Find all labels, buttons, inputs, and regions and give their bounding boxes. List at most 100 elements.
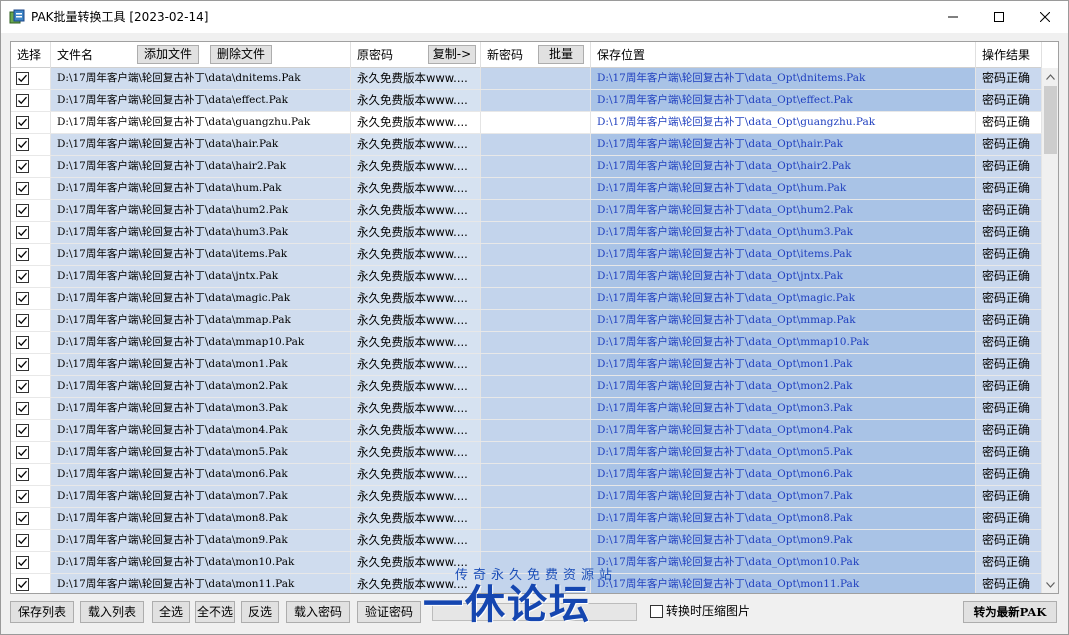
new-password-cell[interactable] [481, 156, 591, 177]
save-location-cell[interactable]: D:\17周年客户端\轮回复古补丁\data_Opt\mmap10.Pak [591, 332, 976, 353]
minimize-button[interactable] [930, 1, 976, 33]
vertical-scrollbar[interactable] [1042, 68, 1058, 593]
table-row[interactable]: D:\17周年客户端\轮回复古补丁\data\magic.Pak 永久免费版本ww… [11, 288, 1042, 310]
new-password-cell[interactable] [481, 508, 591, 529]
select-all-button[interactable]: 全选 [152, 601, 190, 623]
save-location-cell[interactable]: D:\17周年客户端\轮回复古补丁\data_Opt\mon4.Pak [591, 420, 976, 441]
select-cell[interactable] [11, 134, 51, 155]
file-path-cell[interactable]: D:\17周年客户端\轮回复古补丁\data\hum2.Pak [51, 200, 351, 221]
row-checkbox[interactable] [16, 94, 29, 107]
new-password-cell[interactable] [481, 332, 591, 353]
select-cell[interactable] [11, 288, 51, 309]
verify-password-button[interactable]: 验证密码 [357, 601, 421, 623]
old-password-cell[interactable]: 永久免费版本www.... [351, 310, 481, 331]
new-password-cell[interactable] [481, 376, 591, 397]
add-file-button[interactable]: 添加文件 [137, 45, 199, 64]
table-row[interactable]: D:\17周年客户端\轮回复古补丁\data\hum3.Pak 永久免费版本www… [11, 222, 1042, 244]
new-password-cell[interactable] [481, 398, 591, 419]
file-path-cell[interactable]: D:\17周年客户端\轮回复古补丁\data\mon10.Pak [51, 552, 351, 573]
save-location-cell[interactable]: D:\17周年客户端\轮回复古补丁\data_Opt\mon1.Pak [591, 354, 976, 375]
select-cell[interactable] [11, 486, 51, 507]
old-password-cell[interactable]: 永久免费版本www.... [351, 486, 481, 507]
table-row[interactable]: D:\17周年客户端\轮回复古补丁\data\mon5.Pak 永久免费版本www… [11, 442, 1042, 464]
row-checkbox[interactable] [16, 468, 29, 481]
row-checkbox[interactable] [16, 556, 29, 569]
select-cell[interactable] [11, 112, 51, 133]
old-password-cell[interactable]: 永久免费版本www.... [351, 530, 481, 551]
table-row[interactable]: D:\17周年客户端\轮回复古补丁\data\mmap10.Pak 永久免费版本w… [11, 332, 1042, 354]
scroll-down-button[interactable] [1042, 576, 1058, 593]
select-cell[interactable] [11, 310, 51, 331]
select-cell[interactable] [11, 200, 51, 221]
new-password-cell[interactable] [481, 200, 591, 221]
file-path-cell[interactable]: D:\17周年客户端\轮回复古补丁\data\items.Pak [51, 244, 351, 265]
old-password-cell[interactable]: 永久免费版本www.... [351, 398, 481, 419]
row-checkbox[interactable] [16, 490, 29, 503]
file-path-cell[interactable]: D:\17周年客户端\轮回复古补丁\data\mon9.Pak [51, 530, 351, 551]
file-grid[interactable]: 选择 文件名 添加文件 删除文件 原密码 复制-> 新密码 批量 保存位置 操作… [10, 41, 1059, 594]
save-location-cell[interactable]: D:\17周年客户端\轮回复古补丁\data_Opt\mon5.Pak [591, 442, 976, 463]
file-path-cell[interactable]: D:\17周年客户端\轮回复古补丁\data\effect.Pak [51, 90, 351, 111]
file-path-cell[interactable]: D:\17周年客户端\轮回复古补丁\data\mon7.Pak [51, 486, 351, 507]
row-checkbox[interactable] [16, 424, 29, 437]
file-path-cell[interactable]: D:\17周年客户端\轮回复古补丁\data\mon6.Pak [51, 464, 351, 485]
file-path-cell[interactable]: D:\17周年客户端\轮回复古补丁\data\mmap10.Pak [51, 332, 351, 353]
file-path-cell[interactable]: D:\17周年客户端\轮回复古补丁\data\hair.Pak [51, 134, 351, 155]
select-cell[interactable] [11, 156, 51, 177]
old-password-cell[interactable]: 永久免费版本www.... [351, 354, 481, 375]
select-cell[interactable] [11, 420, 51, 441]
table-row[interactable]: D:\17周年客户端\轮回复古补丁\data\mon3.Pak 永久免费版本www… [11, 398, 1042, 420]
load-list-button[interactable]: 载入列表 [80, 601, 144, 623]
select-cell[interactable] [11, 90, 51, 111]
row-checkbox[interactable] [16, 358, 29, 371]
new-password-cell[interactable] [481, 244, 591, 265]
header-result[interactable]: 操作结果 [976, 42, 1042, 68]
file-path-cell[interactable]: D:\17周年客户端\轮回复古补丁\data\hum.Pak [51, 178, 351, 199]
file-path-cell[interactable]: D:\17周年客户端\轮回复古补丁\data\mon3.Pak [51, 398, 351, 419]
table-row[interactable]: D:\17周年客户端\轮回复古补丁\data\hair.Pak 永久免费版本www… [11, 134, 1042, 156]
old-password-cell[interactable]: 永久免费版本www.... [351, 90, 481, 111]
row-checkbox[interactable] [16, 160, 29, 173]
file-path-cell[interactable]: D:\17周年客户端\轮回复古补丁\data\jntx.Pak [51, 266, 351, 287]
save-location-cell[interactable]: D:\17周年客户端\轮回复古补丁\data_Opt\hum3.Pak [591, 222, 976, 243]
save-location-cell[interactable]: D:\17周年客户端\轮回复古补丁\data_Opt\mon10.Pak [591, 552, 976, 573]
save-location-cell[interactable]: D:\17周年客户端\轮回复古补丁\data_Opt\hair2.Pak [591, 156, 976, 177]
old-password-cell[interactable]: 永久免费版本www.... [351, 442, 481, 463]
save-location-cell[interactable]: D:\17周年客户端\轮回复古补丁\data_Opt\mon2.Pak [591, 376, 976, 397]
new-password-cell[interactable] [481, 530, 591, 551]
new-password-cell[interactable] [481, 354, 591, 375]
row-checkbox[interactable] [16, 578, 29, 591]
old-password-cell[interactable]: 永久免费版本www.... [351, 68, 481, 89]
save-location-cell[interactable]: D:\17周年客户端\轮回复古补丁\data_Opt\mon9.Pak [591, 530, 976, 551]
new-password-cell[interactable] [481, 486, 591, 507]
row-checkbox[interactable] [16, 116, 29, 129]
scroll-up-button[interactable] [1042, 68, 1058, 85]
select-cell[interactable] [11, 376, 51, 397]
save-location-cell[interactable]: D:\17周年客户端\轮回复古补丁\data_Opt\mon3.Pak [591, 398, 976, 419]
close-button[interactable] [1022, 1, 1068, 33]
new-password-cell[interactable] [481, 442, 591, 463]
select-cell[interactable] [11, 574, 51, 593]
table-row[interactable]: D:\17周年客户端\轮回复古补丁\data\hair2.Pak 永久免费版本ww… [11, 156, 1042, 178]
save-list-button[interactable]: 保存列表 [10, 601, 74, 623]
save-location-cell[interactable]: D:\17周年客户端\轮回复古补丁\data_Opt\dnitems.Pak [591, 68, 976, 89]
table-row[interactable]: D:\17周年客户端\轮回复古补丁\data\mon9.Pak 永久免费版本www… [11, 530, 1042, 552]
select-cell[interactable] [11, 266, 51, 287]
table-row[interactable]: D:\17周年客户端\轮回复古补丁\data\mmap.Pak 永久免费版本www… [11, 310, 1042, 332]
table-row[interactable]: D:\17周年客户端\轮回复古补丁\data\effect.Pak 永久免费版本w… [11, 90, 1042, 112]
table-row[interactable]: D:\17周年客户端\轮回复古补丁\data\mon2.Pak 永久免费版本www… [11, 376, 1042, 398]
new-password-cell[interactable] [481, 178, 591, 199]
save-location-cell[interactable]: D:\17周年客户端\轮回复古补丁\data_Opt\guangzhu.Pak [591, 112, 976, 133]
new-password-cell[interactable] [481, 90, 591, 111]
save-location-cell[interactable]: D:\17周年客户端\轮回复古补丁\data_Opt\hum.Pak [591, 178, 976, 199]
select-cell[interactable] [11, 222, 51, 243]
row-checkbox[interactable] [16, 292, 29, 305]
copy-password-button[interactable]: 复制-> [428, 45, 476, 64]
row-checkbox[interactable] [16, 226, 29, 239]
old-password-cell[interactable]: 永久免费版本www.... [351, 112, 481, 133]
file-path-cell[interactable]: D:\17周年客户端\轮回复古补丁\data\mon11.Pak [51, 574, 351, 593]
header-select[interactable]: 选择 [11, 42, 51, 68]
old-password-cell[interactable]: 永久免费版本www.... [351, 134, 481, 155]
file-path-cell[interactable]: D:\17周年客户端\轮回复古补丁\data\hair2.Pak [51, 156, 351, 177]
table-row[interactable]: D:\17周年客户端\轮回复古补丁\data\dnitems.Pak 永久免费版本… [11, 68, 1042, 90]
